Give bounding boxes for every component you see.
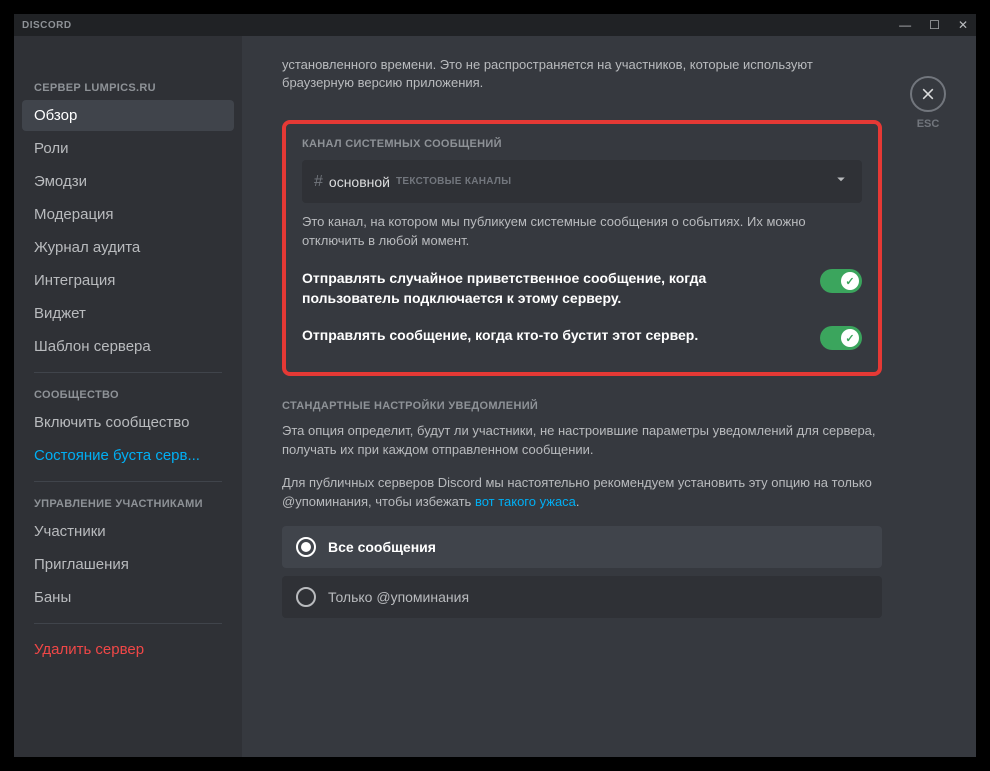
system-section-title: КАНАЛ СИСТЕМНЫХ СООБЩЕНИЙ [302, 138, 862, 150]
sidebar-item-audit-log[interactable]: Журнал аудита [22, 232, 234, 263]
channel-name: основной [329, 174, 390, 190]
chevron-down-icon [832, 170, 850, 193]
check-icon: ✓ [845, 275, 854, 288]
toggle-label-boost: Отправлять сообщение, когда кто-то бусти… [302, 326, 804, 346]
sidebar-item-template[interactable]: Шаблон сервера [22, 331, 234, 362]
radio-label-all: Все сообщения [328, 539, 436, 555]
system-description: Это канал, на котором мы публикуем систе… [302, 213, 862, 251]
notifications-section-title: СТАНДАРТНЫЕ НАСТРОЙКИ УВЕДОМЛЕНИЙ [282, 400, 882, 412]
system-channel-select[interactable]: # основной ТЕКСТОВЫЕ КАНАЛЫ [302, 160, 862, 203]
sidebar-header-community: СООБЩЕСТВО [22, 383, 234, 407]
toggle-row-welcome: Отправлять случайное приветственное сооб… [302, 269, 862, 308]
notifications-link[interactable]: вот такого ужаса [475, 494, 576, 509]
close-button[interactable] [910, 76, 946, 112]
radio-circle [296, 587, 316, 607]
sidebar-item-invites[interactable]: Приглашения [22, 549, 234, 580]
radio-label-mentions: Только @упоминания [328, 589, 469, 605]
toggle-row-boost: Отправлять сообщение, когда кто-то бусти… [302, 326, 862, 350]
radio-all-messages[interactable]: Все сообщения [282, 526, 882, 568]
sidebar-item-widget[interactable]: Виджет [22, 298, 234, 329]
toggle-knob: ✓ [841, 329, 859, 347]
intro-text: установленного времени. Это не распростр… [282, 56, 882, 92]
close-label: ESC [917, 118, 940, 130]
sidebar-item-enable-community[interactable]: Включить сообщество [22, 407, 234, 438]
toggle-knob: ✓ [841, 272, 859, 290]
sidebar-divider [34, 372, 222, 373]
toggle-welcome[interactable]: ✓ [820, 269, 862, 293]
sidebar-header-server: СЕРВЕР LUMPICS.RU [22, 76, 234, 100]
sidebar-item-integration[interactable]: Интеграция [22, 265, 234, 296]
toggle-label-welcome: Отправлять случайное приветственное сооб… [302, 269, 804, 308]
notifications-desc-2: Для публичных серверов Discord мы настоя… [282, 474, 882, 512]
check-icon: ✓ [845, 332, 854, 345]
notifications-desc-1: Эта опция определит, будут ли участники,… [282, 422, 882, 460]
sidebar-item-emoji[interactable]: Эмодзи [22, 166, 234, 197]
sidebar-item-bans[interactable]: Баны [22, 582, 234, 613]
sidebar-item-members[interactable]: Участники [22, 516, 234, 547]
system-messages-section: КАНАЛ СИСТЕМНЫХ СООБЩЕНИЙ # основной ТЕК… [282, 120, 882, 376]
radio-circle [296, 537, 316, 557]
sidebar: СЕРВЕР LUMPICS.RU Обзор Роли Эмодзи Моде… [14, 36, 242, 757]
radio-dot [301, 542, 311, 552]
channel-category: ТЕКСТОВЫЕ КАНАЛЫ [396, 176, 511, 187]
sidebar-divider [34, 623, 222, 624]
toggle-boost[interactable]: ✓ [820, 326, 862, 350]
sidebar-item-moderation[interactable]: Модерация [22, 199, 234, 230]
sidebar-item-overview[interactable]: Обзор [22, 100, 234, 131]
sidebar-divider [34, 481, 222, 482]
window-controls: — ☐ ✕ [899, 19, 968, 31]
radio-only-mentions[interactable]: Только @упоминания [282, 576, 882, 618]
close-area: ESC [910, 76, 946, 130]
sidebar-header-members: УПРАВЛЕНИЕ УЧАСТНИКАМИ [22, 492, 234, 516]
titlebar: DISCORD — ☐ ✕ [14, 14, 976, 36]
sidebar-item-delete-server[interactable]: Удалить сервер [22, 634, 234, 665]
app-brand: DISCORD [22, 20, 72, 31]
content: ESC установленного времени. Это не распр… [242, 36, 976, 757]
minimize-icon[interactable]: — [899, 19, 911, 31]
hash-icon: # [314, 173, 323, 191]
sidebar-item-roles[interactable]: Роли [22, 133, 234, 164]
close-window-icon[interactable]: ✕ [958, 19, 968, 31]
close-icon [920, 86, 936, 102]
maximize-icon[interactable]: ☐ [929, 19, 940, 31]
sidebar-item-boost-status[interactable]: Состояние буста серв... [22, 440, 234, 471]
